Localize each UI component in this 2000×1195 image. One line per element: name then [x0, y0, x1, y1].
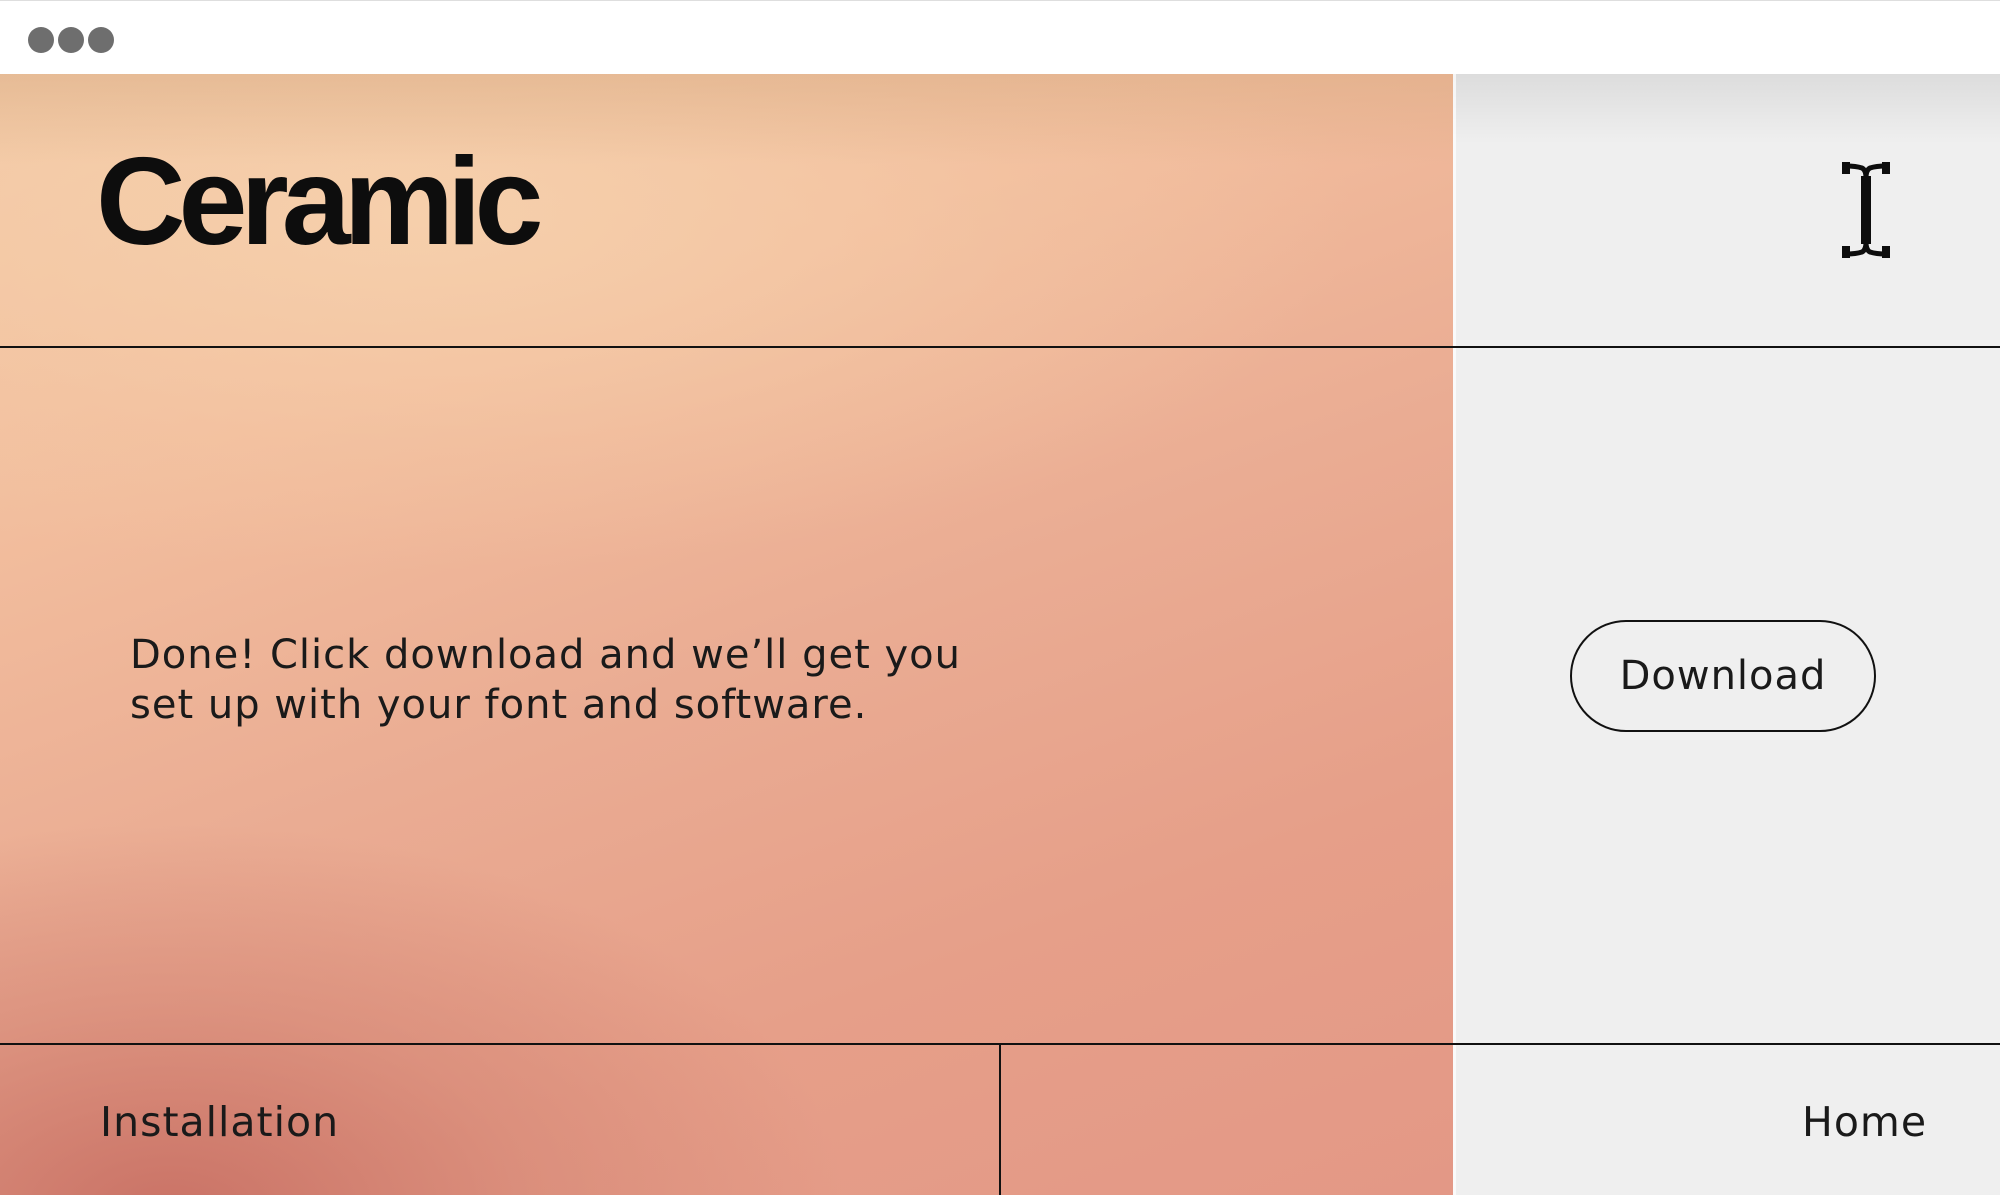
divider-footer-vertical: [999, 1044, 1001, 1195]
brand-logo[interactable]: Ceramic: [96, 140, 543, 264]
download-button[interactable]: Download: [1570, 620, 1876, 732]
divider-top: [0, 346, 2000, 348]
page: Ceramic Done! Click download and we’ll g…: [0, 0, 2000, 1195]
text-cursor-icon: [1842, 162, 1890, 258]
installation-link[interactable]: Installation: [100, 1096, 339, 1148]
window-control-dot[interactable]: [58, 27, 84, 53]
completion-message: Done! Click download and we’ll get you s…: [130, 630, 990, 730]
completion-message-line: set up with your font and software.: [130, 682, 868, 728]
completion-message-line: Done! Click download and we’ll get you: [130, 632, 961, 678]
window-control-dot[interactable]: [28, 27, 54, 53]
window-control-dot[interactable]: [88, 27, 114, 53]
home-link[interactable]: Home: [1802, 1096, 1927, 1148]
window-titlebar: [0, 0, 2000, 74]
